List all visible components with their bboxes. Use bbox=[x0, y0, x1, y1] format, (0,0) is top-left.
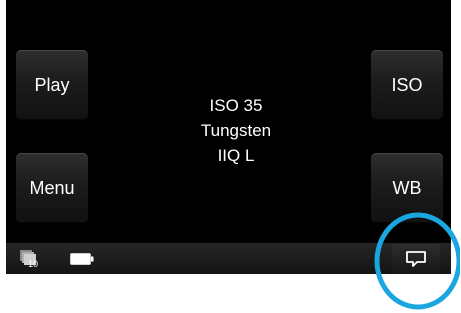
iso-value: ISO 35 bbox=[209, 96, 263, 115]
status-bar: 10 bbox=[6, 243, 451, 274]
speech-bubble-icon bbox=[406, 250, 426, 267]
image-stack-icon: 10 bbox=[20, 250, 38, 268]
white-balance-value: Tungsten bbox=[200, 121, 272, 140]
play-button[interactable]: Play bbox=[16, 50, 88, 120]
review-button[interactable] bbox=[392, 244, 440, 273]
camera-screen: Play ISO Menu WB ISO 35 Tungsten IIQ L 1… bbox=[6, 0, 451, 274]
capture-settings-info: ISO 35 Tungsten IIQ L bbox=[146, 93, 326, 168]
battery-icon bbox=[70, 253, 94, 265]
wb-button[interactable]: WB bbox=[371, 153, 443, 223]
iso-button[interactable]: ISO bbox=[371, 50, 443, 120]
menu-button[interactable]: Menu bbox=[16, 153, 88, 223]
stack-count: 10 bbox=[28, 259, 38, 268]
image-quality-value: IIQ L bbox=[217, 146, 255, 165]
